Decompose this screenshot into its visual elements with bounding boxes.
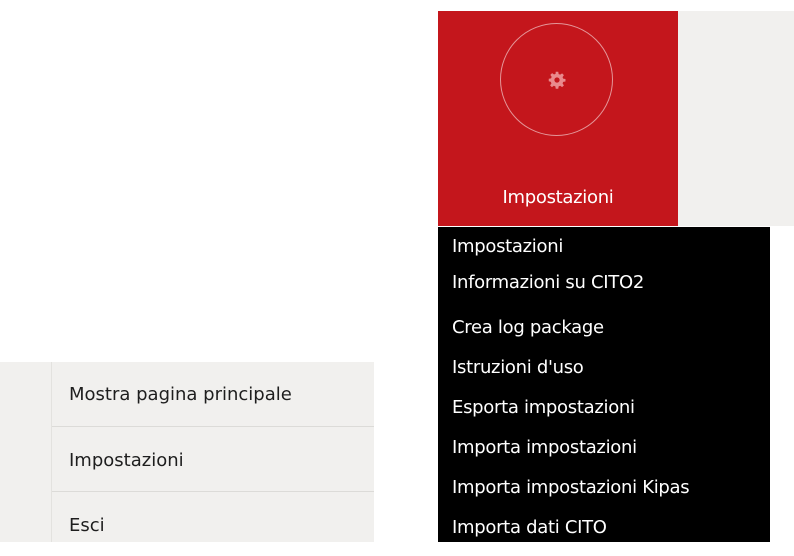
settings-tile-label: Impostazioni <box>502 187 614 208</box>
context-item-label: Esci <box>69 515 105 536</box>
menu-item-settings[interactable]: Impostazioni <box>452 233 563 261</box>
context-item-exit[interactable]: Esci <box>0 495 374 556</box>
menu-item-import-kipas-settings[interactable]: Importa impostazioni Kipas <box>452 474 690 502</box>
menu-item-about-cito2[interactable]: Informazioni su CITO2 <box>452 269 644 297</box>
menu-item-export-settings[interactable]: Esporta impostazioni <box>452 394 635 422</box>
context-item-settings[interactable]: Impostazioni <box>0 430 374 491</box>
menu-item-import-cito-data[interactable]: Importa dati CITO <box>452 514 607 542</box>
menu-separator <box>52 426 374 427</box>
menu-item-create-log-package[interactable]: Crea log package <box>452 314 604 342</box>
menu-item-import-settings[interactable]: Importa impostazioni <box>452 434 637 462</box>
gear-icon <box>548 71 565 89</box>
settings-dropdown-menu: Impostazioni Informazioni su CITO2 Crea … <box>438 227 770 542</box>
menu-item-instructions[interactable]: Istruzioni d'uso <box>452 354 584 382</box>
menu-separator <box>52 491 374 492</box>
context-item-label: Mostra pagina principale <box>69 384 292 405</box>
tray-context-menu: Mostra pagina principale Impostazioni Es… <box>0 362 374 542</box>
settings-tile[interactable]: Impostazioni <box>438 11 678 226</box>
context-item-label: Impostazioni <box>69 450 184 471</box>
context-item-show-main-page[interactable]: Mostra pagina principale <box>0 364 374 425</box>
settings-icon-ring <box>500 23 613 136</box>
tile-neighbor-panel <box>678 11 794 226</box>
